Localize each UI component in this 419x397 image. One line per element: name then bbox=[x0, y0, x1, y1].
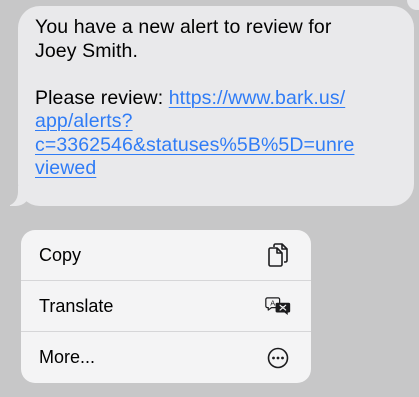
alert-link-part[interactable]: viewed bbox=[35, 157, 398, 181]
message-text-line: Joey Smith. bbox=[35, 39, 138, 62]
review-prefix: Please review: bbox=[35, 86, 169, 109]
menu-item-label: Translate bbox=[39, 295, 114, 316]
message-review-line: Please review: https://www.bark.us/ bbox=[35, 87, 398, 111]
message-text-line: You have a new alert to review for bbox=[35, 16, 332, 38]
svg-text:A: A bbox=[270, 299, 275, 308]
adjacent-bubble-edge bbox=[407, 0, 419, 10]
message-spacer bbox=[35, 63, 398, 87]
alert-link-part[interactable]: c=3362546&statuses%5B%5D=unre bbox=[35, 134, 398, 158]
more-icon bbox=[265, 345, 291, 371]
context-menu: Copy Translate A More... bbox=[21, 230, 311, 383]
menu-item-label: Copy bbox=[39, 244, 82, 265]
alert-link-part[interactable]: https://www.bark.us/ bbox=[169, 87, 345, 109]
menu-item-label: More... bbox=[39, 347, 96, 367]
copy-icon bbox=[265, 242, 291, 268]
menu-item-copy[interactable]: Copy bbox=[21, 230, 311, 281]
menu-item-translate[interactable]: Translate A bbox=[21, 281, 311, 332]
menu-item-more[interactable]: More... bbox=[21, 332, 311, 383]
alert-link-part[interactable]: app/alerts? bbox=[35, 110, 398, 134]
message-bubble[interactable]: You have a new alert to review for Joey … bbox=[18, 6, 414, 206]
message-context-screen: You have a new alert to review for Joey … bbox=[0, 0, 419, 397]
translate-icon: A bbox=[265, 293, 291, 319]
